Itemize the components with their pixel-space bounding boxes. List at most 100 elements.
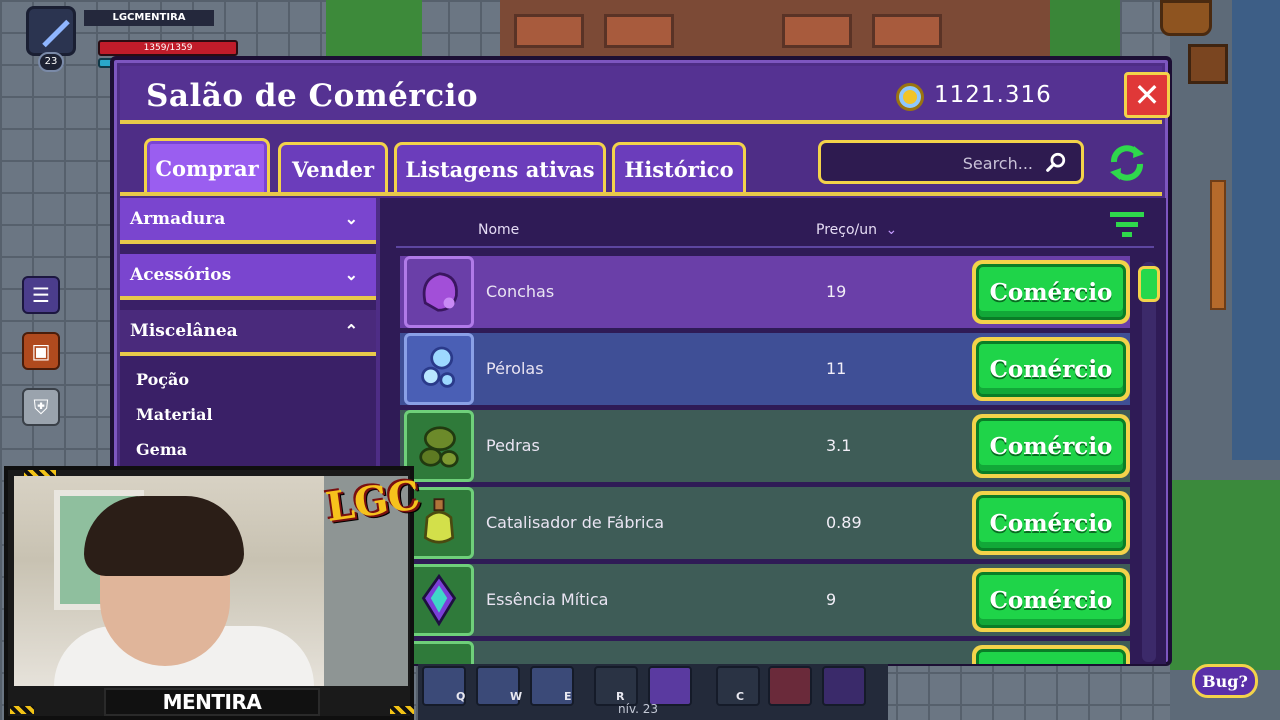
trade-button[interactable] [972, 645, 1130, 664]
close-button[interactable]: ✕ [1124, 72, 1170, 118]
item-price: 19 [826, 282, 847, 301]
skill-slot-r[interactable]: R [594, 666, 638, 706]
gold-coin-icon [896, 83, 924, 111]
subcategory-material[interactable]: Material [136, 405, 213, 424]
item-name: Pérolas [486, 359, 544, 378]
item-listing: Nome Preço/un ⌄ Conchas 19 Comércio Péro… [380, 198, 1166, 664]
chevron-down-icon: ⌄ [344, 209, 358, 228]
tab-vender[interactable]: Vender [278, 142, 388, 194]
close-icon: ✕ [1133, 76, 1161, 114]
skill-slot-special[interactable] [648, 666, 692, 706]
essence-icon [404, 564, 474, 636]
consumable-slot[interactable] [822, 666, 866, 706]
search-icon[interactable] [1045, 151, 1067, 173]
building-roof [500, 0, 1060, 58]
category-label: Acessórios [130, 265, 232, 285]
tab-comprar[interactable]: Comprar [144, 138, 270, 196]
item-price: 0.89 [826, 513, 862, 532]
table-row: Essência Mítica 9 Comércio [400, 564, 1130, 636]
shell-icon [404, 256, 474, 328]
player-name: LGCMENTIRA [84, 10, 214, 26]
trade-button[interactable]: Comércio [972, 568, 1130, 632]
category-label: Armadura [130, 209, 226, 229]
chevron-up-icon: ⌃ [344, 321, 358, 340]
trade-button[interactable]: Comércio [972, 260, 1130, 324]
pearls-icon [404, 333, 474, 405]
player-level-badge: 23 [38, 52, 64, 72]
trade-button-label [976, 649, 1126, 664]
trade-button[interactable]: Comércio [972, 414, 1130, 478]
item-price: 3.1 [826, 436, 852, 455]
skill-key: Q [456, 690, 466, 703]
category-acessorios[interactable]: Acessórios ⌄ [120, 254, 376, 300]
garden-tile [1050, 0, 1120, 58]
item-name: Conchas [486, 282, 555, 301]
garden-tile [326, 0, 422, 58]
skill-key: E [564, 690, 572, 703]
chest-icon[interactable]: ▣ [22, 332, 60, 370]
copper-pipe [1210, 180, 1226, 310]
player-portrait[interactable] [26, 6, 76, 56]
skill-slot-w[interactable]: W [476, 666, 523, 706]
column-header-label: Preço/un [816, 222, 877, 238]
refresh-icon[interactable] [1106, 142, 1148, 184]
chevron-down-icon: ⌄ [885, 222, 898, 238]
tab-listagens-ativas[interactable]: Listagens ativas [394, 142, 606, 194]
table-row: Catalisador de Fábrica 0.89 Comércio [400, 487, 1130, 559]
category-armadura[interactable]: Armadura ⌄ [120, 198, 376, 244]
trade-button-label: Comércio [976, 264, 1126, 320]
frame-stripes [390, 706, 414, 714]
search-input[interactable] [833, 149, 1043, 177]
menu-icon[interactable]: ☰ [22, 276, 60, 314]
tab-label: Vender [291, 157, 375, 182]
skill-slot-q[interactable]: Q [422, 666, 466, 706]
trade-button-label: Comércio [976, 418, 1126, 474]
skill-slot-e[interactable]: E [530, 666, 574, 706]
window-title: Salão de Comércio [146, 78, 479, 114]
trade-button[interactable]: Comércio [972, 337, 1130, 401]
category-miscelanea[interactable]: Miscelânea ⌃ [120, 310, 376, 356]
table-row: Pérolas 11 Comércio [400, 333, 1130, 405]
chevron-down-icon: ⌄ [344, 265, 358, 284]
skill-key: W [510, 690, 523, 703]
barrel [1160, 0, 1212, 36]
sword-icon [42, 19, 70, 48]
table-row: Pedras 3.1 Comércio [400, 410, 1130, 482]
consumable-slot[interactable] [768, 666, 812, 706]
filter-icon[interactable] [1108, 210, 1146, 242]
tab-divider [120, 192, 1162, 196]
channel-logo: LGC [323, 471, 423, 532]
subcategory-gema[interactable]: Gema [136, 440, 187, 459]
streamer-figure [84, 496, 244, 576]
tab-label: Listagens ativas [405, 157, 595, 182]
column-header-name[interactable]: Nome [478, 222, 519, 238]
table-row: Conchas 19 Comércio [400, 256, 1130, 328]
window-header: Salão de Comércio 1121.316 ✕ [120, 66, 1170, 124]
crate [1188, 44, 1228, 84]
category-label: Miscelânea [130, 321, 238, 341]
streamer-name-plate: MENTIRA [104, 688, 320, 716]
item-price: 9 [826, 590, 837, 609]
armor-icon[interactable]: ⛨ [22, 388, 60, 426]
gold-balance: 1121.316 [934, 82, 1052, 108]
water-channel [1232, 0, 1280, 460]
scrollbar[interactable] [1138, 262, 1160, 662]
trade-button-label: Comércio [976, 495, 1126, 551]
item-icon-partial [404, 641, 474, 664]
subcategory-pocao[interactable]: Poção [136, 370, 189, 389]
grass-area [1170, 480, 1280, 670]
tab-label: Comprar [155, 156, 259, 181]
item-name: Essência Mítica [486, 590, 609, 609]
item-price: 11 [826, 359, 847, 378]
trade-button-label: Comércio [976, 572, 1126, 628]
health-bar: 1359/1359 [98, 40, 238, 56]
skill-key: C [736, 690, 745, 703]
column-header-price[interactable]: Preço/un ⌄ [816, 222, 897, 238]
skill-slot-c[interactable]: C [716, 666, 760, 706]
tab-historico[interactable]: Histórico [612, 142, 746, 194]
bug-report-button[interactable]: Bug? [1192, 664, 1258, 698]
trade-button-label: Comércio [976, 341, 1126, 397]
header-divider [396, 246, 1154, 248]
scroll-thumb[interactable] [1138, 266, 1160, 302]
trade-button[interactable]: Comércio [972, 491, 1130, 555]
